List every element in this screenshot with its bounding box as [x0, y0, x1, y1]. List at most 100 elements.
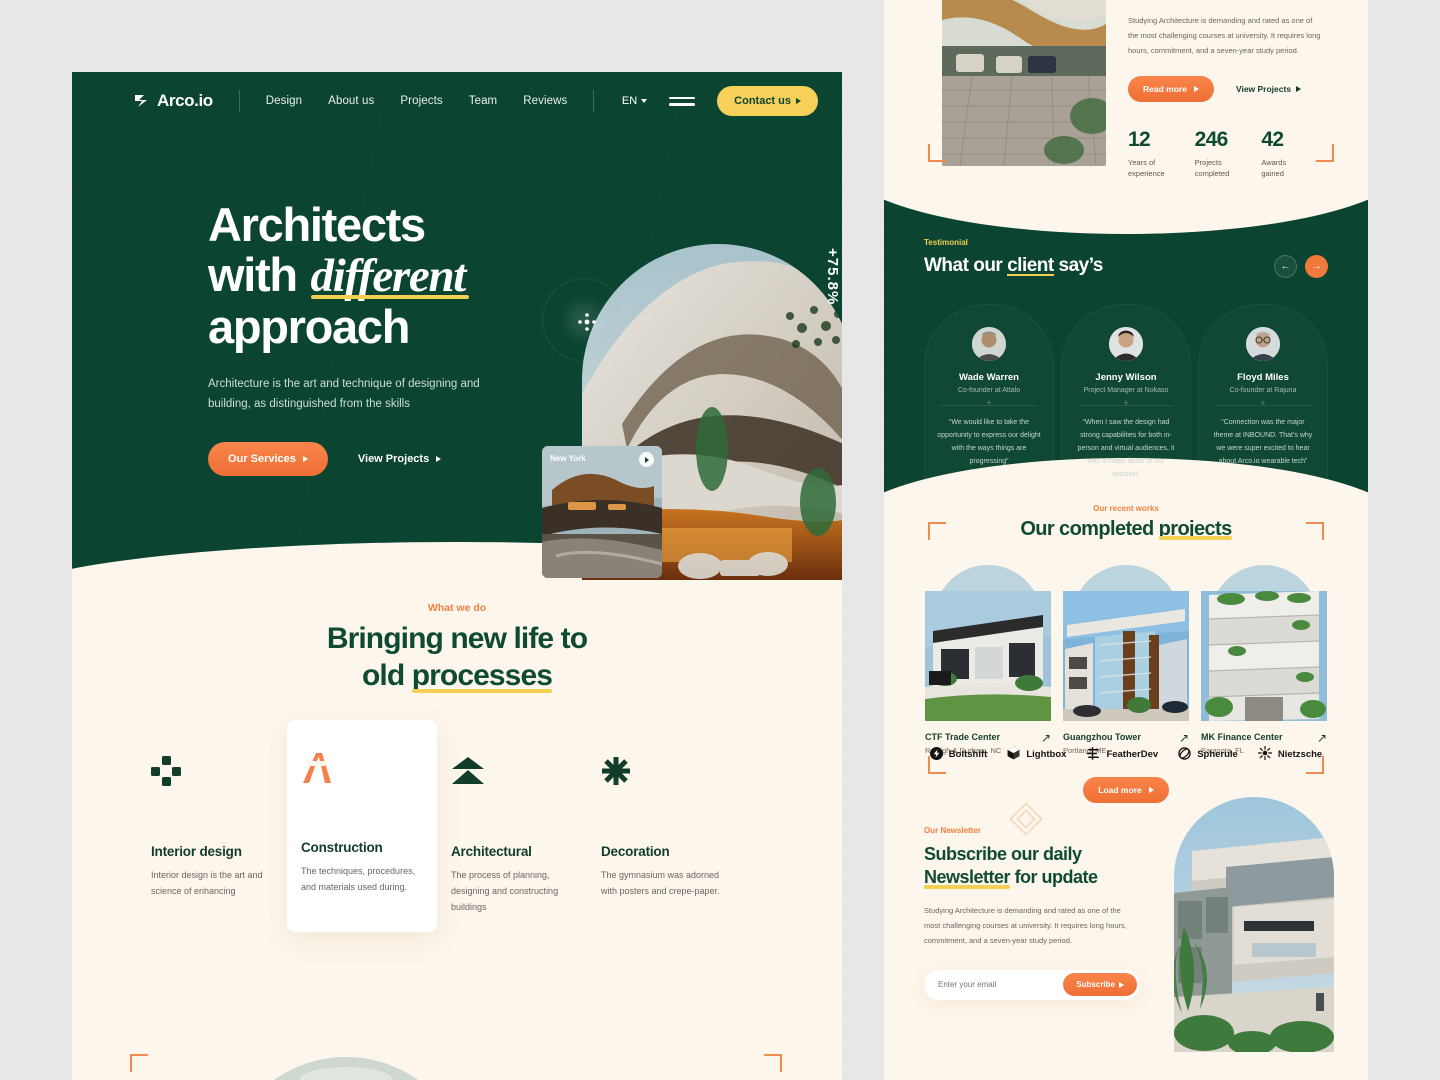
logo-boltshift[interactable]: Boltshift	[929, 746, 988, 763]
stat-years-of-experience: 12 Years of experience	[1128, 128, 1195, 180]
asterisk-burst-icon	[601, 756, 723, 792]
stat-label-line1: Awards	[1261, 158, 1287, 167]
stat-label-line1: Years of	[1128, 158, 1156, 167]
arrow-left-icon[interactable]: ←	[1274, 255, 1297, 278]
view-projects-link[interactable]: View Projects	[358, 453, 442, 465]
read-more-label: Read more	[1143, 84, 1187, 94]
logo-label: Boltshift	[948, 749, 988, 760]
testimonial-name: Jenny Wilson	[1095, 372, 1157, 383]
nav-links: Design About us Projects Team Reviews	[266, 95, 568, 107]
what-we-do-title-line2-pre: old	[361, 658, 405, 692]
projects-title-pre: Our completed	[1020, 518, 1154, 540]
service-desc: The gymnasium was adorned with posters a…	[601, 870, 720, 896]
contact-us-label: Contact us	[734, 95, 791, 107]
nav-link-design[interactable]: Design	[266, 95, 302, 107]
project-card[interactable]: MK Finance Center Sarasota, FL ↗	[1201, 565, 1327, 755]
sphere-ring-icon	[1178, 746, 1191, 763]
newsletter-content: Our Newsletter Subscribe our daily Newsl…	[924, 826, 1144, 1000]
corner-bracket-bottom-left	[928, 144, 946, 162]
partner-logos: Boltshift Lightbox FeatherDev Spherule N…	[884, 745, 1368, 763]
logo-lightbox[interactable]: Lightbox	[1007, 746, 1066, 763]
corner-bracket-top-right	[1306, 522, 1324, 540]
nav-divider-right	[593, 90, 595, 112]
newsletter-section: Our Newsletter Subscribe our daily Newsl…	[884, 792, 1368, 1052]
read-more-button[interactable]: Read more	[1128, 76, 1214, 102]
arrow-right-icon[interactable]: →	[1305, 255, 1328, 278]
our-services-button[interactable]: Our Services	[208, 442, 328, 477]
achievements-view-projects-link[interactable]: View Projects	[1235, 84, 1302, 94]
service-card-construction[interactable]: Construction The techniques, procedures,…	[287, 720, 437, 932]
arrow-up-right-icon[interactable]: ↗	[1179, 732, 1189, 744]
project-cards: CTF Trade Center Raleigh & Durham, NC ↗	[884, 565, 1368, 755]
double-chevron-up-icon	[451, 756, 573, 792]
corner-bracket-top-left	[928, 522, 946, 540]
service-title: Architectural	[451, 844, 532, 860]
project-card[interactable]: Guangzhou Tower Portland, ME ↗	[1063, 565, 1189, 755]
arrow-up-right-icon[interactable]: ↗	[1041, 732, 1051, 744]
testimonial-title-pre: What our	[924, 255, 1003, 276]
top-navigation: Arco.io Design About us Projects Team Re…	[72, 72, 842, 130]
our-services-label: Our Services	[228, 453, 296, 466]
arrow-up-right-icon[interactable]: ↗	[1317, 732, 1327, 744]
testimonial-role: Co-founder at Rajuna	[1229, 387, 1297, 394]
what-we-do-title-underlined: processes	[411, 658, 553, 695]
nav-link-projects[interactable]: Projects	[400, 95, 442, 107]
logo-featherdev[interactable]: FeatherDev	[1086, 746, 1159, 763]
what-we-do-eyebrow: What we do	[427, 602, 487, 614]
service-desc: The process of planning, designing and c…	[451, 870, 559, 912]
newsletter-title: Subscribe our daily Newsletter for updat…	[924, 843, 1144, 890]
newsletter-paragraph: Studying Architecture is demanding and r…	[924, 905, 1127, 945]
testimonial-card[interactable]: Floyd Miles Co-founder at Rajuna “Connec…	[1198, 304, 1328, 484]
nav-link-reviews[interactable]: Reviews	[523, 95, 567, 107]
nav-right-group: EN Contact us	[622, 86, 818, 116]
right-page-panel: & Achievements Studying Architecture is …	[884, 0, 1368, 1080]
view-projects-label: View Projects	[1235, 84, 1292, 94]
service-card-interior-design[interactable]: Interior design Interior design is the a…	[137, 730, 287, 924]
testimonial-card[interactable]: Jenny Wilson Project Manager at Nokaso “…	[1061, 304, 1191, 484]
service-card-architectural[interactable]: Architectural The process of planning, d…	[437, 730, 587, 939]
subscribe-button[interactable]: Subscribe	[1063, 973, 1137, 997]
nav-link-about-us[interactable]: About us	[328, 95, 374, 107]
testimonial-card[interactable]: Wade Warren Co-founder at Attalo “We wou…	[924, 304, 1054, 484]
logo-spherule[interactable]: Spherule	[1178, 746, 1238, 763]
hero-subtitle: Architecture is the art and technique of…	[208, 377, 480, 410]
achievements-image	[942, 0, 1106, 166]
newsletter-eyebrow: Our Newsletter	[924, 826, 981, 835]
testimonial-top-curve	[884, 198, 1368, 234]
nav-link-team[interactable]: Team	[469, 95, 498, 107]
project-name: Guangzhou Tower	[1063, 732, 1141, 742]
testimonial-title-post: say’s	[1058, 255, 1104, 276]
projects-title: Our completed projects	[884, 518, 1368, 541]
logo-nietzsche[interactable]: Nietzsche	[1257, 745, 1322, 763]
project-card[interactable]: CTF Trade Center Raleigh & Durham, NC ↗	[925, 565, 1051, 755]
hero-title: Architects with different approach	[208, 199, 538, 352]
arrow-right-small-icon	[1119, 981, 1124, 988]
corner-bracket-bottom-right	[1316, 144, 1334, 162]
arco-logo-icon	[134, 94, 150, 108]
play-arrow-icon[interactable]	[639, 452, 654, 467]
corner-bracket-top-right	[764, 1054, 782, 1072]
service-card-decoration[interactable]: Decoration The gymnasium was adorned wit…	[587, 730, 737, 924]
stat-label: Projects completed	[1195, 157, 1262, 180]
subscribe-label: Subscribe	[1076, 980, 1115, 990]
language-selector[interactable]: EN	[622, 95, 648, 107]
achievements-content: & Achievements Studying Architecture is …	[1128, 0, 1328, 180]
testimonial-quote: “We would like to take the opportunity t…	[937, 419, 1041, 465]
projects-title-underlined: projects	[1158, 518, 1232, 540]
projects-eyebrow: Our recent works	[1093, 504, 1159, 513]
email-field[interactable]	[938, 980, 1064, 990]
nav-divider-left	[238, 90, 240, 112]
arrow-right-small-icon	[1193, 86, 1199, 92]
brand-logo[interactable]: Arco.io	[134, 91, 213, 111]
hamburger-menu-icon[interactable]	[669, 96, 696, 106]
avatar	[1109, 327, 1143, 361]
plus-tiles-icon	[151, 756, 273, 792]
newsletter-title-line2-post: for update	[1014, 867, 1099, 888]
cube-icon	[1007, 746, 1020, 763]
logo-label: FeatherDev	[1106, 749, 1159, 760]
contact-us-button[interactable]: Contact us	[717, 86, 818, 116]
stat-label-line2: gained	[1261, 169, 1284, 179]
testimonial-cards: Wade Warren Co-founder at Attalo “We wou…	[924, 304, 1328, 484]
hero-thumbnail-image[interactable]: New York	[542, 446, 662, 578]
newsletter-title-underlined: Newsletter	[924, 866, 1011, 890]
